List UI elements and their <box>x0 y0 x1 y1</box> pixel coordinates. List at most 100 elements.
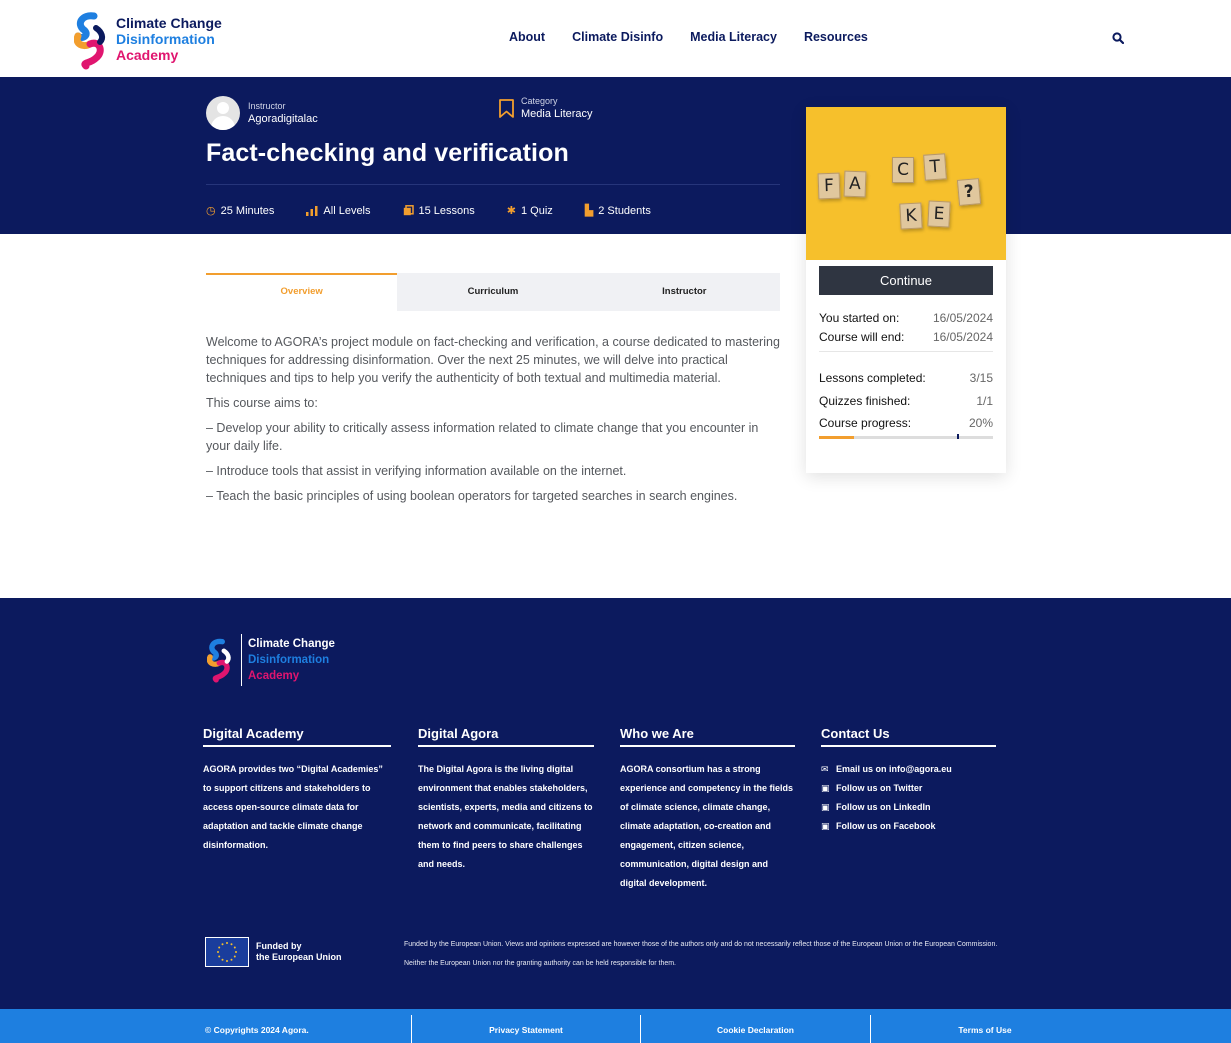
course-progress-bar <box>819 434 993 439</box>
started-label: You started on: <box>819 311 900 325</box>
logo-line-2: Disinformation <box>116 31 215 47</box>
card-divider <box>819 351 993 352</box>
category-meta: Category Media Literacy <box>498 96 593 121</box>
tile-question: ? <box>956 178 982 206</box>
tile-a: A <box>843 170 867 198</box>
continue-button[interactable]: Continue <box>819 266 993 295</box>
footer-col-text: AGORA consortium has a strong experience… <box>620 764 794 888</box>
footer-logo-text: Climate Change Disinformation Academy <box>248 636 335 684</box>
footer-col-text: AGORA provides two “Digital Academies” t… <box>203 764 383 850</box>
tile-f: F <box>817 172 841 200</box>
footer-col-contact: Contact Us ✉ Email us on info@agora.eu ▣… <box>821 726 996 836</box>
search-button[interactable] <box>1112 31 1125 49</box>
legal-bar: © Copyrights 2024 Agora. Privacy Stateme… <box>0 1009 1231 1043</box>
footer-col-title: Digital Academy <box>203 726 391 747</box>
stat-duration: ◷ 25 Minutes <box>206 204 275 218</box>
tab-overview[interactable]: Overview <box>206 273 398 311</box>
footer-col-title: Who we Are <box>620 726 795 747</box>
logo-text: Climate Change Disinformation Academy <box>116 15 222 63</box>
nav-about[interactable]: About <box>509 30 545 44</box>
linkedin-icon: ▣ <box>821 802 830 812</box>
progress-label: Course progress: <box>819 416 912 430</box>
eu-line-2: the European Union <box>256 952 342 962</box>
footer-logo-line-2: Disinformation <box>248 654 330 666</box>
course-progress-card: F A C T ? K E Continue You started on: 1… <box>806 107 1006 473</box>
quizzes-value: 1/1 <box>976 394 993 408</box>
puzzle-icon: ✱ <box>506 205 516 217</box>
instructor-label: Instructor <box>248 100 286 111</box>
overview-paragraph: – Teach the basic principles of using bo… <box>206 489 738 503</box>
instructor-name[interactable]: Agoradigitalac <box>248 112 318 126</box>
tab-curriculum[interactable]: Curriculum <box>397 273 588 311</box>
level-bars-icon <box>306 205 318 216</box>
nav-media-literacy[interactable]: Media Literacy <box>690 30 777 44</box>
eu-disclaimer: Funded by the European Union. Views and … <box>404 941 998 967</box>
footer-col-digital-academy: Digital Academy AGORA provides two “Digi… <box>203 726 391 855</box>
progress-fill <box>819 436 854 439</box>
footer-logo-divider <box>241 634 242 686</box>
twitter-icon: ▣ <box>821 783 830 793</box>
contact-linkedin-text: Follow us on LinkedIn <box>836 802 931 812</box>
tile-e: E <box>927 200 951 228</box>
course-tabs: Overview Curriculum Instructor <box>206 273 780 311</box>
main-nav: About Climate Disinfo Media Literacy Res… <box>509 30 868 44</box>
clock-icon: ◷ <box>206 205 216 217</box>
overview-paragraph: – Introduce tools that assist in verifyi… <box>206 464 627 478</box>
stat-students-value: 2 Students <box>598 204 651 217</box>
quizzes-row: Quizzes finished: 1/1 <box>819 394 993 408</box>
course-stats: ◷ 25 Minutes All Levels 15 Lessons ✱ 1 Q… <box>206 204 683 218</box>
course-thumbnail: F A C T ? K E <box>806 107 1006 260</box>
eu-funding-badge: Funded by the European Union <box>205 937 342 967</box>
tab-instructor[interactable]: Instructor <box>589 273 780 311</box>
contact-email[interactable]: ✉ Email us on info@agora.eu <box>821 760 996 779</box>
lessons-icon <box>403 205 414 216</box>
progress-value: 20% <box>968 416 993 430</box>
site-logo[interactable]: Climate Change Disinformation Academy <box>74 10 222 70</box>
search-icon <box>1112 32 1125 45</box>
cookie-link[interactable]: Cookie Declaration <box>641 1009 870 1043</box>
end-value: 16/05/2024 <box>932 330 993 344</box>
eu-funding-text: Funded by the European Union <box>256 941 342 963</box>
stat-level: All Levels <box>306 204 371 217</box>
footer-col-title: Contact Us <box>821 726 996 747</box>
nav-climate-disinfo[interactable]: Climate Disinfo <box>572 30 663 44</box>
eu-flag-icon <box>205 937 249 967</box>
nav-resources[interactable]: Resources <box>804 30 868 44</box>
graduation-cap-icon: ▙ <box>584 205 594 217</box>
terms-link[interactable]: Terms of Use <box>871 1009 1099 1043</box>
logo-mark-icon <box>74 12 106 70</box>
lessons-row: Lessons completed: 3/15 <box>819 371 993 385</box>
overview-paragraph: – Develop your ability to critically ass… <box>206 421 759 453</box>
logo-line-3: Academy <box>116 47 179 63</box>
category-value[interactable]: Media Literacy <box>521 107 593 121</box>
tile-t: T <box>923 153 947 181</box>
instructor-meta[interactable]: Instructor Agoradigitalac <box>206 96 318 130</box>
footer-logo[interactable]: Climate Change Disinformation Academy <box>207 634 335 686</box>
lessons-label: Lessons completed: <box>819 371 926 385</box>
footer-logo-line-3: Academy <box>248 670 300 682</box>
stat-quiz: ✱ 1 Quiz <box>506 204 553 218</box>
quizzes-label: Quizzes finished: <box>819 394 911 408</box>
progress-marker <box>957 434 959 439</box>
footer-col-text: The Digital Agora is the living digital … <box>418 764 593 869</box>
stat-level-value: All Levels <box>323 204 371 217</box>
contact-twitter[interactable]: ▣ Follow us on Twitter <box>821 779 996 798</box>
contact-email-text: Email us on info@agora.eu <box>836 764 952 774</box>
contact-linkedin[interactable]: ▣ Follow us on LinkedIn <box>821 798 996 817</box>
end-row: Course will end: 16/05/2024 <box>819 330 993 344</box>
privacy-link[interactable]: Privacy Statement <box>412 1009 640 1043</box>
end-label: Course will end: <box>819 330 905 344</box>
contact-facebook[interactable]: ▣ Follow us on Facebook <box>821 817 996 836</box>
progress-row: Course progress: 20% <box>819 416 993 430</box>
footer-col-title: Digital Agora <box>418 726 594 747</box>
course-hero: Instructor Agoradigitalac Category Media… <box>0 77 1231 234</box>
copyright-text: © Copyrights 2024 Agora. <box>205 1025 309 1035</box>
contact-facebook-text: Follow us on Facebook <box>836 821 936 831</box>
logo-mark-icon <box>207 638 231 683</box>
stat-students: ▙ 2 Students <box>584 204 651 218</box>
overview-paragraph: Welcome to AGORA’s project module on fac… <box>206 335 780 385</box>
bookmark-icon <box>499 99 514 118</box>
tile-k: K <box>899 202 923 230</box>
site-header: Climate Change Disinformation Academy Ab… <box>0 0 1231 77</box>
stat-duration-value: 25 Minutes <box>220 204 275 217</box>
